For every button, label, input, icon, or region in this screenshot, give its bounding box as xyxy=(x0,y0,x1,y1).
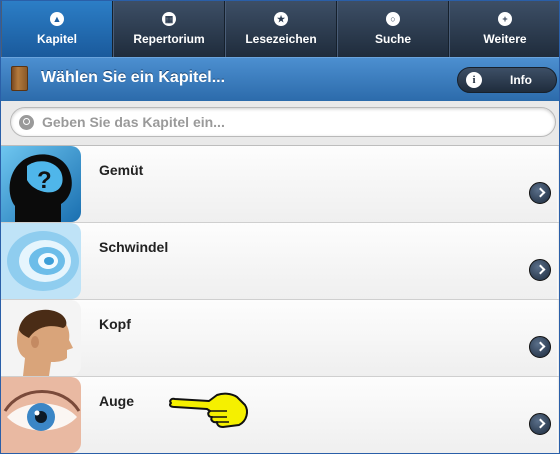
info-button[interactable]: i Info xyxy=(457,67,557,93)
head-silhouette-thumbnail: ? xyxy=(1,146,81,222)
book-icon xyxy=(11,66,28,91)
list-item-label: Schwindel xyxy=(99,239,169,255)
plus-icon: + xyxy=(498,12,512,26)
tab-label: Weitere xyxy=(483,32,527,46)
tab-label: Repertorium xyxy=(133,32,205,46)
tab-weitere[interactable]: + Weitere xyxy=(449,1,559,57)
spiral-thumbnail xyxy=(1,223,81,299)
tab-repertorium[interactable]: ▦ Repertorium xyxy=(113,1,225,57)
search-icon: ○ xyxy=(386,12,400,26)
tab-bar: ▲ Kapitel ▦ Repertorium ★ Lesezeichen ○ … xyxy=(1,1,559,57)
chevron-right-icon[interactable] xyxy=(529,413,551,435)
eye-thumbnail xyxy=(1,377,81,453)
list-item-label: Kopf xyxy=(99,316,131,332)
star-icon: ★ xyxy=(274,12,288,26)
tab-label: Suche xyxy=(374,32,411,46)
list-item-label: Gemüt xyxy=(99,162,144,178)
search-field[interactable] xyxy=(10,107,556,137)
chevron-right-icon[interactable] xyxy=(529,259,551,281)
info-icon: i xyxy=(466,72,482,88)
search-input[interactable] xyxy=(42,114,542,130)
tab-label: Lesezeichen xyxy=(245,32,317,46)
book-icon: ▲ xyxy=(50,12,64,26)
chapter-list: ? Gemüt Schwindel Kopf Auge xyxy=(1,145,559,453)
list-item-kopf[interactable]: Kopf xyxy=(1,299,559,376)
chevron-right-icon[interactable] xyxy=(529,336,551,358)
search-icon xyxy=(19,114,34,130)
header-bar: Wählen Sie ein Kapitel... i Info xyxy=(1,57,559,101)
list-item-label: Auge xyxy=(99,393,134,409)
search-bar xyxy=(1,101,559,145)
list-item-schwindel[interactable]: Schwindel xyxy=(1,222,559,299)
app-frame: ▲ Kapitel ▦ Repertorium ★ Lesezeichen ○ … xyxy=(0,0,560,454)
svg-text:?: ? xyxy=(37,167,52,194)
tab-kapitel[interactable]: ▲ Kapitel xyxy=(1,1,113,57)
tab-label: Kapitel xyxy=(36,32,77,46)
chevron-right-icon[interactable] xyxy=(529,182,551,204)
page-title: Wählen Sie ein Kapitel... xyxy=(41,69,226,86)
list-item-auge[interactable]: Auge xyxy=(1,376,559,453)
pointing-hand-icon xyxy=(167,391,251,436)
tab-lesezeichen[interactable]: ★ Lesezeichen xyxy=(225,1,337,57)
head-profile-thumbnail xyxy=(1,300,81,376)
list-item-gemuet[interactable]: ? Gemüt xyxy=(1,145,559,222)
tab-suche[interactable]: ○ Suche xyxy=(337,1,449,57)
info-button-label: Info xyxy=(510,73,532,87)
grid-icon: ▦ xyxy=(162,12,176,26)
